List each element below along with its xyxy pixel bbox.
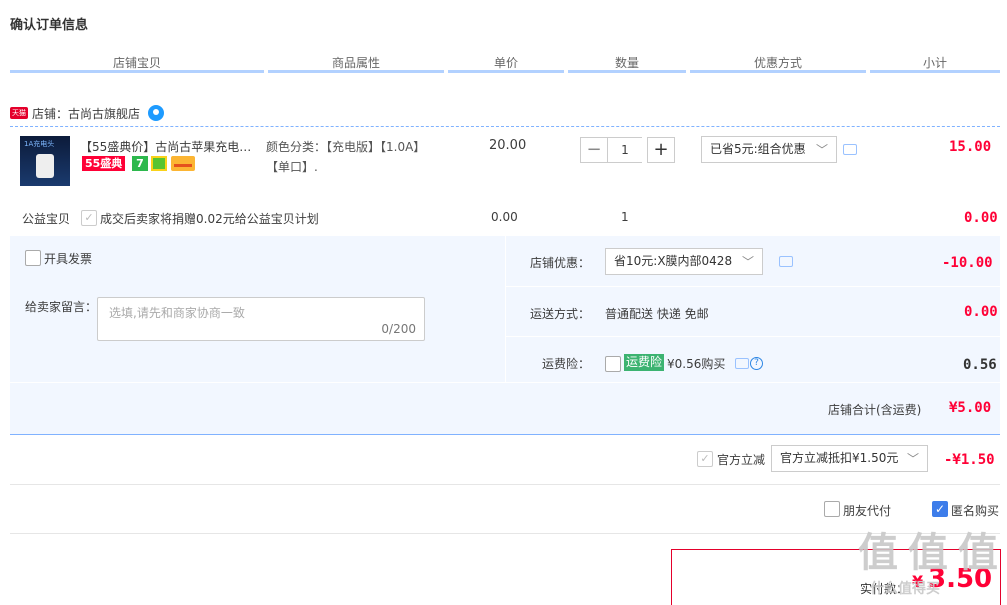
anonymous-checkbox[interactable]: ✓ (932, 501, 948, 517)
quantity-input[interactable]: 1 (608, 137, 642, 163)
message-icon[interactable] (779, 256, 793, 267)
panel-bottom-border (10, 434, 1000, 435)
image-caption: 1A充电头 (24, 140, 55, 148)
message-icon[interactable] (735, 358, 749, 369)
header-underline (690, 70, 866, 73)
message-textarea[interactable]: 选填,请先和商家协商一致 0/200 (97, 297, 425, 341)
discount-value: 已省5元:组合优惠 (710, 142, 806, 156)
shop-coupon-select[interactable]: 省10元:X膜内部0428 ﹀ (605, 248, 763, 275)
official-discount-value: 官方立减抵扣¥1.50元 (780, 451, 899, 465)
unit-price: 20.00 (489, 138, 527, 153)
header-underline (568, 70, 686, 73)
col-header-discount: 优惠方式 (753, 56, 802, 70)
panel-divider (505, 286, 1000, 287)
promo-badge: 55盛典 (82, 156, 126, 171)
shipping-amount: 0.00 (964, 304, 998, 320)
header-underline (870, 70, 1000, 73)
charger-image (36, 154, 54, 178)
col-header-item: 店铺宝贝 (112, 56, 161, 70)
insurance-label: 运费险： (542, 357, 591, 371)
page-title: 确认订单信息 (10, 18, 89, 33)
col-header-attr: 商品属性 (331, 56, 380, 70)
charity-price: 0.00 (491, 210, 518, 224)
insurance-price: ¥0.56购买 (667, 357, 726, 371)
product-title[interactable]: 【55盛典价】古尚古苹果充电… (80, 138, 258, 155)
friend-pay-checkbox[interactable] (824, 501, 840, 517)
charity-text: 成交后卖家将捐赠0.02元给公益宝贝计划 (100, 212, 319, 226)
chevron-down-icon: ﹀ (906, 452, 919, 466)
message-label: 给卖家留言： (25, 300, 98, 314)
wangwang-icon[interactable] (148, 105, 165, 121)
header-underline (10, 70, 264, 73)
anonymous-label[interactable]: 匿名购买 (951, 502, 999, 519)
shop-name[interactable]: 店铺：古尚古旗舰店 (32, 105, 140, 122)
divider (10, 484, 1000, 485)
watermark-site: 什么值得买 (870, 581, 940, 597)
product-image[interactable]: 1A充电头 (20, 136, 70, 186)
decrease-button[interactable]: − (580, 137, 608, 163)
insurance-checkbox[interactable] (605, 356, 621, 372)
panel-divider (505, 336, 1000, 337)
shop-coupon-amount: -10.00 (942, 255, 993, 271)
message-counter: 0/200 (381, 322, 416, 336)
divider (10, 126, 1000, 127)
shipping-value: 普通配送 快递 免邮 (605, 307, 709, 321)
credit-card-icon (171, 156, 195, 171)
message-icon[interactable] (843, 144, 857, 155)
official-discount-checkbox: ✓ (697, 451, 713, 467)
chevron-down-icon: ﹀ (741, 255, 754, 269)
insurance-amount: 0.56 (963, 357, 997, 373)
official-discount-label: 官方立减 (717, 453, 766, 467)
message-placeholder: 选填,请先和商家协商一致 (109, 306, 245, 320)
charity-label: 公益宝贝 (22, 212, 71, 226)
col-header-price: 单价 (493, 56, 518, 70)
official-discount-select[interactable]: 官方立减抵扣¥1.50元 ﹀ (771, 445, 928, 472)
panel-divider (505, 236, 506, 382)
invoice-checkbox[interactable] (25, 250, 41, 266)
item-attr-line2: 【单口】. (266, 160, 318, 174)
invoice-label[interactable]: 开具发票 (44, 250, 92, 267)
quantity-stepper: − 1 + (580, 137, 675, 163)
charity-qty: 1 (621, 210, 629, 224)
official-discount-amount: -¥1.50 (944, 452, 995, 468)
insurance-tag: 运费险 (624, 354, 665, 371)
shop-coupon-label: 店铺优惠： (530, 256, 591, 270)
col-header-subtotal: 小计 (922, 56, 947, 70)
discount-select[interactable]: 已省5元:组合优惠 ﹀ (701, 136, 837, 163)
chevron-down-icon: ﹀ (815, 143, 828, 157)
panel-divider (10, 382, 1000, 383)
shipping-label: 运送方式： (530, 307, 591, 321)
guarantee-icon (151, 156, 167, 171)
header-underline (268, 70, 444, 73)
seven-day-return-icon: 7 (132, 156, 148, 171)
shop-row: 天猫 店铺：古尚古旗舰店 (10, 102, 165, 124)
shop-coupon-value: 省10元:X膜内部0428 (614, 254, 733, 268)
divider (10, 533, 1000, 534)
header-underline (448, 70, 564, 73)
charity-checkbox: ✓ (81, 210, 97, 226)
shop-total-amount: ¥5.00 (949, 400, 992, 416)
item-subtotal: 15.00 (949, 139, 992, 155)
help-icon[interactable]: ? (750, 357, 763, 370)
col-header-qty: 数量 (614, 56, 639, 70)
friend-pay-label[interactable]: 朋友代付 (843, 502, 891, 519)
item-attr-line1: 颜色分类：【充电版】【1.0A】 (266, 140, 426, 154)
tmall-icon: 天猫 (10, 107, 28, 119)
watermark-logo: 值 值 值 (858, 530, 998, 576)
charity-subtotal: 0.00 (964, 210, 998, 226)
increase-button[interactable]: + (647, 137, 675, 163)
shop-total-label: 店铺合计(含运费) (828, 403, 922, 417)
